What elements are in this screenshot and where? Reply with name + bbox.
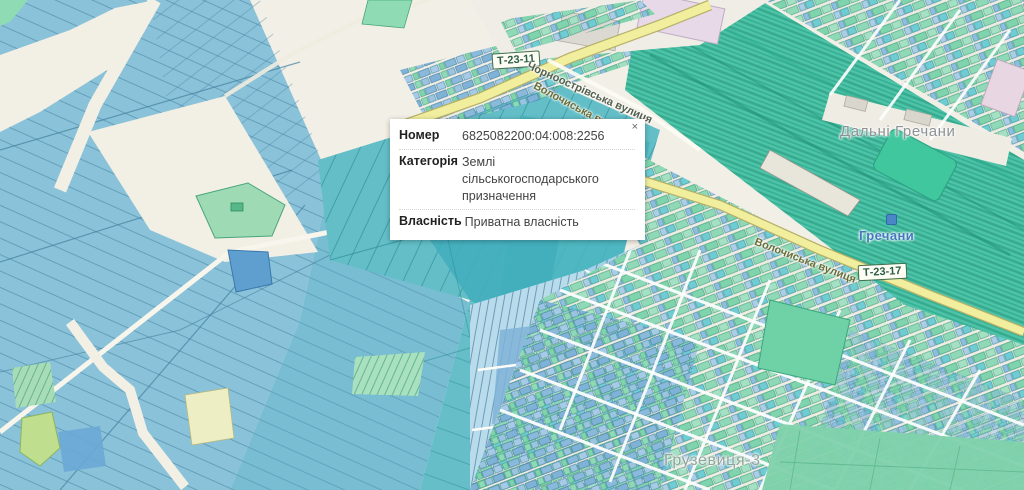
popup-label-number: Номер [399, 128, 459, 145]
popup-row-category: Категорія Землі сільськогосподарського п… [399, 150, 635, 210]
popup-label-ownership: Власність [399, 214, 462, 231]
cadastral-map-viewport[interactable]: Т-23-11 Чорноострівська вулиця Волочиськ… [0, 0, 1024, 490]
popup-value-category: Землі сільськогосподарського призначення [459, 154, 635, 205]
popup-row-number: Номер 6825082200:04:008:2256 [399, 124, 635, 150]
cadastral-map[interactable] [0, 0, 1024, 490]
popup-close-icon[interactable]: × [632, 122, 638, 133]
popup-label-category: Категорія [399, 154, 459, 205]
popup-value-cadastral-number: 6825082200:04:008:2256 [459, 128, 635, 145]
popup-value-ownership: Приватна власність [462, 214, 635, 231]
parcel-info-popup: × Номер 6825082200:04:008:2256 Категорія… [390, 119, 645, 240]
popup-row-ownership: Власність Приватна власність [399, 210, 635, 235]
